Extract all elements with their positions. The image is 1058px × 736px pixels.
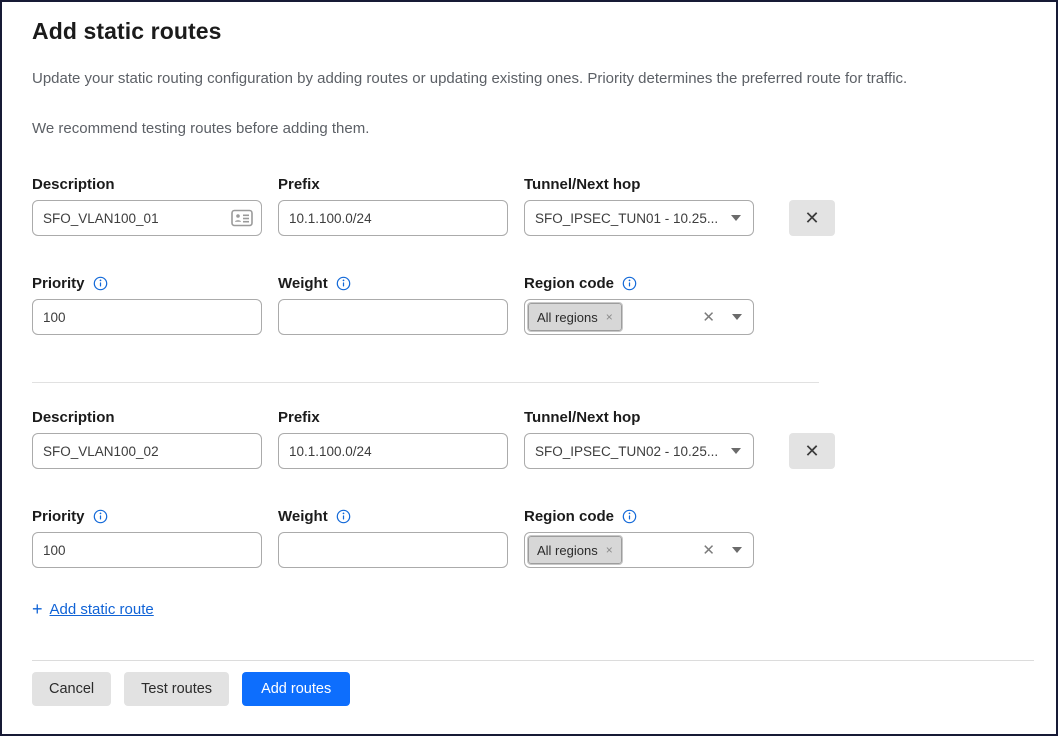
info-icon[interactable] [93,276,108,291]
remove-route-button[interactable]: ✕ [789,433,835,469]
info-icon[interactable] [93,509,108,524]
priority-field-group: Priority [32,508,262,568]
weight-input[interactable] [278,532,508,568]
description-input[interactable] [32,200,262,236]
route-section-1: Description [32,176,1026,335]
route1-secondary-row: Priority Weight [32,275,1026,335]
route-section-2: Description Prefix Tunnel/Next hop SFO_I… [32,409,1026,568]
priority-label: Priority [32,275,262,292]
add-routes-button[interactable]: Add routes [242,672,350,706]
prefix-label: Prefix [278,409,508,426]
weight-field-group: Weight [278,275,508,335]
chevron-down-icon [731,448,741,454]
close-icon: ✕ [804,441,819,462]
clear-selection-icon[interactable]: ✕ [702,543,715,558]
remove-route-button[interactable]: ✕ [789,200,835,236]
info-icon[interactable] [336,509,351,524]
region-multiselect[interactable]: All regions × ✕ [524,299,754,335]
prefix-field-group: Prefix [278,409,508,469]
region-field-group: Region code All regions × [524,508,754,568]
route2-secondary-row: Priority Weight [32,508,1026,568]
description-input[interactable] [32,433,262,469]
contact-card-icon[interactable] [231,210,253,227]
tunnel-select-value: SFO_IPSEC_TUN02 - 10.25... [535,444,731,459]
close-icon: ✕ [804,208,819,229]
region-chip: All regions × [528,303,622,331]
route1-main-row: Description [32,176,1026,236]
prefix-input[interactable] [278,200,508,236]
tunnel-select-value: SFO_IPSEC_TUN01 - 10.25... [535,211,731,226]
weight-label: Weight [278,275,508,292]
test-routes-button[interactable]: Test routes [124,672,229,706]
intro-text: Update your static routing configuration… [32,69,1026,89]
region-field-group: Region code All regions × [524,275,754,335]
cancel-button[interactable]: Cancel [32,672,111,706]
page-title: Add static routes [32,18,1026,45]
weight-input[interactable] [278,299,508,335]
tunnel-field-group: Tunnel/Next hop SFO_IPSEC_TUN02 - 10.25.… [524,409,754,469]
region-chip-label: All regions [537,543,598,558]
description-label: Description [32,409,262,426]
prefix-field-group: Prefix [278,176,508,236]
dialog-footer: Cancel Test routes Add routes [32,672,1026,706]
region-label: Region code [524,508,754,525]
recommendation-text: We recommend testing routes before addin… [32,119,1026,139]
priority-field-group: Priority [32,275,262,335]
region-label: Region code [524,275,754,292]
chevron-down-icon [732,547,742,553]
tunnel-select[interactable]: SFO_IPSEC_TUN02 - 10.25... [524,433,754,469]
info-icon[interactable] [622,509,637,524]
tunnel-field-group: Tunnel/Next hop SFO_IPSEC_TUN01 - 10.25.… [524,176,754,236]
weight-label: Weight [278,508,508,525]
description-field-group: Description [32,176,262,236]
region-multiselect[interactable]: All regions × ✕ [524,532,754,568]
plus-icon: + [32,599,43,620]
chevron-down-icon [731,215,741,221]
info-icon[interactable] [622,276,637,291]
tunnel-label: Tunnel/Next hop [524,409,754,426]
description-field-group: Description [32,409,262,469]
section-divider [32,382,819,383]
tunnel-label: Tunnel/Next hop [524,176,754,193]
priority-input[interactable] [32,299,262,335]
clear-selection-icon[interactable]: ✕ [702,310,715,325]
route2-main-row: Description Prefix Tunnel/Next hop SFO_I… [32,409,1026,469]
chevron-down-icon [732,314,742,320]
footer-divider [32,660,1034,661]
tunnel-select[interactable]: SFO_IPSEC_TUN01 - 10.25... [524,200,754,236]
chip-remove-icon[interactable]: × [606,544,613,556]
add-static-route-link[interactable]: + Add static route [32,599,154,620]
priority-label: Priority [32,508,262,525]
info-icon[interactable] [336,276,351,291]
description-label: Description [32,176,262,193]
add-static-route-label: Add static route [50,601,154,618]
prefix-label: Prefix [278,176,508,193]
prefix-input[interactable] [278,433,508,469]
chip-remove-icon[interactable]: × [606,311,613,323]
region-chip: All regions × [528,536,622,564]
region-chip-label: All regions [537,310,598,325]
add-static-routes-dialog: Add static routes Update your static rou… [2,2,1056,706]
weight-field-group: Weight [278,508,508,568]
priority-input[interactable] [32,532,262,568]
